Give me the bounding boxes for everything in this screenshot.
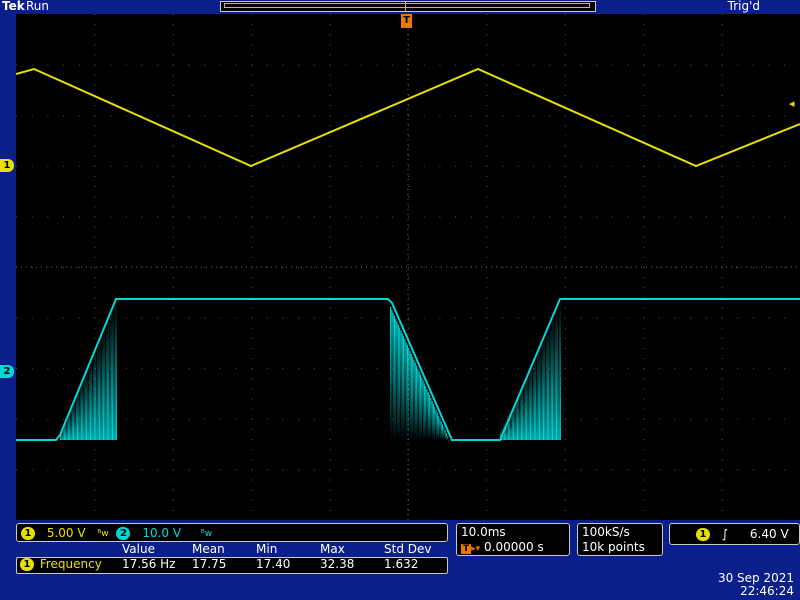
measurement-value: 17.56 Hz — [122, 557, 176, 571]
measurement-header-max: Max — [320, 542, 345, 556]
readout-panel: 1 5.00 V ᴮw 2 10.0 V ᴮw 10.0ms T ▸▾ 0.000… — [0, 520, 800, 600]
measurement-stddev: 1.632 — [384, 557, 419, 571]
trigger-position-marker[interactable]: T — [401, 14, 412, 28]
measurement-name: Frequency — [39, 557, 102, 571]
record-view[interactable] — [220, 1, 596, 12]
bw-limit-icon: ᴮw — [200, 528, 213, 539]
measurement-max: 32.38 — [320, 557, 355, 571]
measurement-min: 17.40 — [256, 557, 291, 571]
trigger-level: 6.40 V — [749, 527, 789, 541]
ch2-ground-marker[interactable]: 2 — [0, 365, 14, 378]
measurement-header-stddev: Std Dev — [384, 542, 432, 556]
graticule — [16, 14, 800, 520]
measurement-source-badge: 1 — [20, 558, 34, 571]
measurement-mean: 17.75 — [192, 557, 227, 571]
record-length: 10k points — [582, 540, 645, 554]
ch1-badge: 1 — [21, 527, 35, 540]
ch1-ground-marker[interactable]: 1 — [0, 159, 14, 172]
ch1-trace — [16, 67, 800, 168]
bw-limit-icon: ᴮw — [97, 528, 109, 539]
acquisition-box[interactable]: 100kS/s 10k points — [577, 523, 663, 556]
measurement-header-value: Value — [122, 542, 155, 556]
trigger-state: Trig'd — [727, 0, 760, 13]
ch2-scale: 10.0 V — [142, 526, 182, 540]
waveform-display[interactable] — [16, 14, 800, 520]
trigger-source-badge: 1 — [696, 528, 710, 541]
record-trigger-point — [405, 1, 406, 12]
brand-logo: Tek — [2, 0, 25, 13]
status-bar: Tek Run Trig'd — [0, 0, 800, 14]
measurement-header-min: Min — [256, 542, 278, 556]
datetime: 30 Sep 2021 22:46:24 — [718, 572, 794, 598]
ch2-badge: 2 — [116, 527, 131, 540]
trigger-position: 0.00000 s — [484, 540, 544, 554]
trigger-box[interactable]: 1 ∫ 6.40 V — [669, 523, 800, 545]
time-per-div: 10.0ms — [461, 525, 506, 539]
rising-edge-icon: ∫ — [721, 527, 729, 541]
vertical-scale-box[interactable]: 1 5.00 V ᴮw 2 10.0 V ᴮw — [16, 523, 448, 542]
arrow-right-icon: ▸▾ — [471, 544, 481, 554]
record-window — [224, 3, 590, 8]
timebase-box[interactable]: 10.0ms T ▸▾ 0.00000 s — [456, 523, 570, 556]
measurement-header-mean: Mean — [192, 542, 225, 556]
run-state[interactable]: Run — [26, 0, 49, 13]
trigger-level-icon[interactable]: ◂ — [789, 97, 795, 110]
sample-rate: 100kS/s — [582, 525, 630, 539]
trigger-offset-icon: T — [461, 544, 472, 554]
ch1-scale: 5.00 V — [46, 526, 86, 540]
time: 22:46:24 — [740, 584, 794, 598]
